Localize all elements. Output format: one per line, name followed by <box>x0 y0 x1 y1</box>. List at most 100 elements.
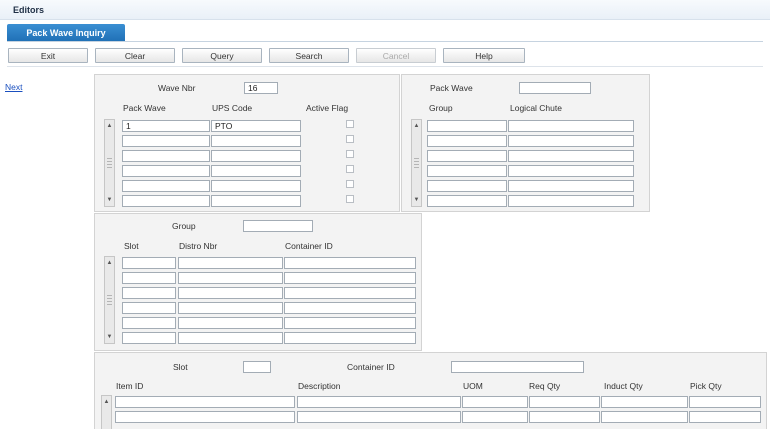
container-id-cell[interactable] <box>284 272 416 284</box>
slot-cell[interactable] <box>122 302 176 314</box>
toolbar-divider <box>7 66 763 67</box>
scroll-down-icon[interactable]: ▼ <box>413 196 420 204</box>
container-id-cell[interactable] <box>284 332 416 344</box>
ups-code-cell[interactable] <box>211 165 301 177</box>
slot-label: Slot <box>173 362 188 372</box>
pack-wave-cell[interactable] <box>122 195 210 207</box>
exit-button[interactable]: Exit <box>8 48 88 63</box>
item-id-cell[interactable] <box>115 411 295 423</box>
group-cell[interactable] <box>427 195 507 207</box>
description-cell[interactable] <box>297 411 461 423</box>
scroll-down-icon[interactable]: ▼ <box>106 333 113 341</box>
wave-panel: Wave Nbr 16 Pack Wave UPS Code Active Fl… <box>94 74 400 212</box>
tab-divider <box>7 41 763 42</box>
col-group: Group <box>429 103 453 113</box>
slot-scrollbar[interactable]: ▲ ▼ <box>104 256 115 344</box>
group-cell[interactable] <box>427 150 507 162</box>
slot-cell[interactable] <box>122 317 176 329</box>
wave-nbr-field[interactable]: 16 <box>244 82 278 94</box>
group-label: Group <box>172 221 196 231</box>
col-induct-qty: Induct Qty <box>604 381 643 391</box>
induct-qty-cell[interactable] <box>601 411 688 423</box>
app-header: Editors <box>0 0 770 20</box>
pack-wave-cell[interactable] <box>122 135 210 147</box>
group-field[interactable] <box>243 220 313 232</box>
slot-cell[interactable] <box>122 272 176 284</box>
uom-cell[interactable] <box>462 396 528 408</box>
req-qty-cell[interactable] <box>529 411 600 423</box>
pick-qty-cell[interactable] <box>689 396 761 408</box>
group-cell[interactable] <box>427 180 507 192</box>
group-cell[interactable] <box>427 120 507 132</box>
tab-pack-wave-inquiry[interactable]: Pack Wave Inquiry <box>7 24 125 42</box>
distro-nbr-cell[interactable] <box>178 317 283 329</box>
item-panel: Slot Container ID Item ID Description UO… <box>94 352 767 429</box>
description-cell[interactable] <box>297 396 461 408</box>
group-cell[interactable] <box>427 135 507 147</box>
distro-nbr-cell[interactable] <box>178 257 283 269</box>
item-scrollbar[interactable]: ▲ <box>101 395 112 429</box>
active-flag-checkbox[interactable] <box>346 120 354 128</box>
ups-code-cell[interactable] <box>211 195 301 207</box>
distro-nbr-cell[interactable] <box>178 287 283 299</box>
scroll-grip-icon[interactable] <box>414 158 419 168</box>
container-id-cell[interactable] <box>284 257 416 269</box>
distro-nbr-cell[interactable] <box>178 332 283 344</box>
scroll-up-icon[interactable]: ▲ <box>103 398 110 406</box>
next-link[interactable]: Next <box>5 82 22 92</box>
ups-code-cell[interactable]: PTO <box>211 120 301 132</box>
chute-scrollbar[interactable]: ▲ ▼ <box>411 119 422 207</box>
logical-chute-cell[interactable] <box>508 180 634 192</box>
slot-cell[interactable] <box>122 257 176 269</box>
col-item-id: Item ID <box>116 381 144 391</box>
req-qty-cell[interactable] <box>529 396 600 408</box>
uom-cell[interactable] <box>462 411 528 423</box>
pack-wave-field[interactable] <box>519 82 591 94</box>
clear-button[interactable]: Clear <box>95 48 175 63</box>
wave-scrollbar[interactable]: ▲ ▼ <box>104 119 115 207</box>
pick-qty-cell[interactable] <box>689 411 761 423</box>
scroll-up-icon[interactable]: ▲ <box>106 122 113 130</box>
group-cell[interactable] <box>427 165 507 177</box>
container-id-field[interactable] <box>451 361 584 373</box>
cancel-button[interactable]: Cancel <box>356 48 436 63</box>
container-id-cell[interactable] <box>284 317 416 329</box>
distro-nbr-cell[interactable] <box>178 302 283 314</box>
scroll-up-icon[interactable]: ▲ <box>413 122 420 130</box>
logical-chute-cell[interactable] <box>508 165 634 177</box>
search-button[interactable]: Search <box>269 48 349 63</box>
logical-chute-cell[interactable] <box>508 195 634 207</box>
logical-chute-cell[interactable] <box>508 120 634 132</box>
pack-wave-label: Pack Wave <box>430 83 473 93</box>
slot-cell[interactable] <box>122 332 176 344</box>
induct-qty-cell[interactable] <box>601 396 688 408</box>
container-id-cell[interactable] <box>284 302 416 314</box>
col-pack-wave: Pack Wave <box>123 103 166 113</box>
pack-wave-cell[interactable] <box>122 180 210 192</box>
scroll-grip-icon[interactable] <box>107 158 112 168</box>
active-flag-checkbox[interactable] <box>346 165 354 173</box>
scroll-grip-icon[interactable] <box>107 295 112 305</box>
pack-wave-cell[interactable] <box>122 150 210 162</box>
scroll-down-icon[interactable]: ▼ <box>106 196 113 204</box>
slot-panel: Group Slot Distro Nbr Container ID ▲ ▼ <box>94 213 422 351</box>
distro-nbr-cell[interactable] <box>178 272 283 284</box>
slot-field[interactable] <box>243 361 271 373</box>
ups-code-cell[interactable] <box>211 150 301 162</box>
logical-chute-cell[interactable] <box>508 150 634 162</box>
scroll-up-icon[interactable]: ▲ <box>106 259 113 267</box>
ups-code-cell[interactable] <box>211 180 301 192</box>
active-flag-checkbox[interactable] <box>346 180 354 188</box>
logical-chute-cell[interactable] <box>508 135 634 147</box>
active-flag-checkbox[interactable] <box>346 150 354 158</box>
pack-wave-cell[interactable] <box>122 165 210 177</box>
item-id-cell[interactable] <box>115 396 295 408</box>
active-flag-checkbox[interactable] <box>346 135 354 143</box>
active-flag-checkbox[interactable] <box>346 195 354 203</box>
help-button[interactable]: Help <box>443 48 525 63</box>
query-button[interactable]: Query <box>182 48 262 63</box>
container-id-cell[interactable] <box>284 287 416 299</box>
slot-cell[interactable] <box>122 287 176 299</box>
pack-wave-cell[interactable]: 1 <box>122 120 210 132</box>
ups-code-cell[interactable] <box>211 135 301 147</box>
